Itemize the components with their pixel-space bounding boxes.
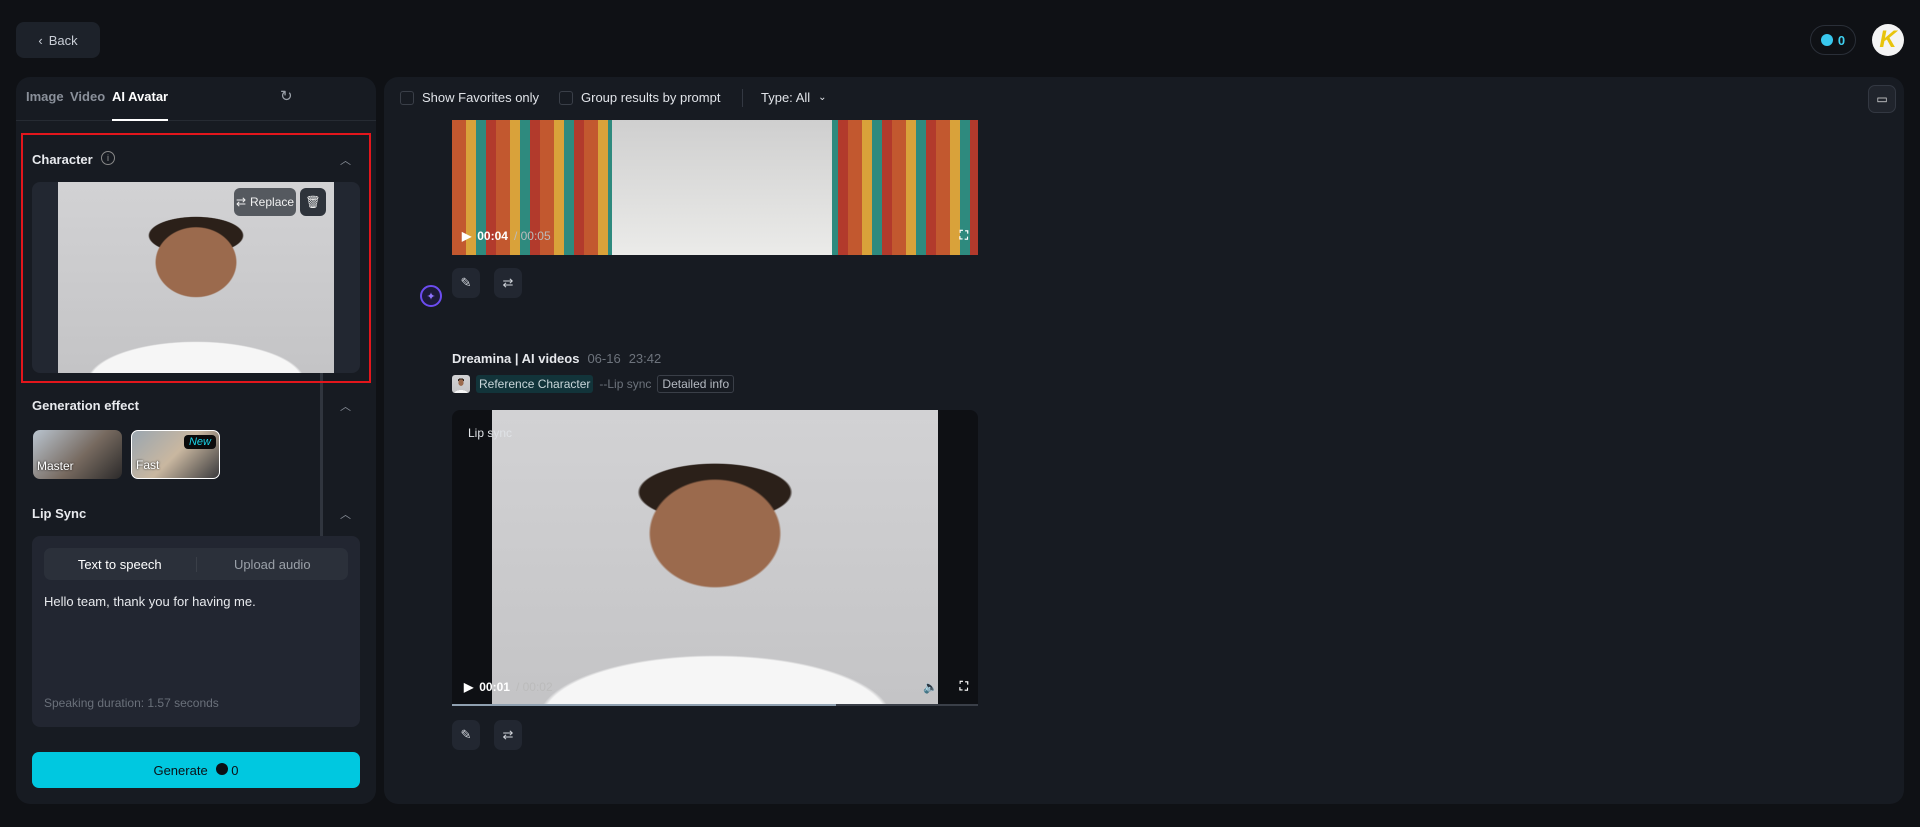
effect-master[interactable]: Master (33, 430, 122, 479)
video-frame (492, 410, 938, 704)
text-to-speech-tab[interactable]: Text to speech (44, 556, 197, 572)
pencil-icon: ✎ (460, 275, 472, 290)
tab-image[interactable]: Image (26, 89, 64, 104)
credit-coin-icon (1820, 34, 1833, 46)
video-controls: ▶ 00:01/ 00:02 (464, 680, 553, 694)
reference-thumbnail (452, 375, 470, 393)
effect-fast[interactable]: New Fast (131, 430, 220, 479)
lip-sync-title: Lip Sync (32, 506, 87, 521)
video-progress-fill (452, 704, 836, 706)
video-frame (612, 120, 832, 255)
edit-button[interactable]: ✎ (452, 268, 480, 298)
upload-audio-tab[interactable]: Upload audio (197, 557, 349, 572)
trash-icon: 🗑 (305, 195, 321, 209)
generation-effect-title: Generation effect (32, 398, 139, 413)
fullscreen-icon[interactable]: ⛶ (960, 679, 968, 694)
collapse-lipsync-icon[interactable]: ︿ (340, 506, 351, 522)
result-video-1[interactable]: ▶ 00:04/ 00:05 ⛶ (452, 120, 978, 255)
folder-button[interactable]: ▭ (1868, 85, 1896, 113)
character-card: ⇄ Replace 🗑 (32, 182, 360, 373)
speaking-duration: Speaking duration: 1.57 seconds (44, 696, 219, 710)
replace-button[interactable]: ⇄ Replace (234, 188, 296, 216)
dreamina-logo-icon: ✦ (420, 285, 442, 307)
detailed-info-button[interactable]: Detailed info (657, 375, 735, 393)
checkbox (400, 90, 414, 105)
mode-tabs: Image Video AI Avatar ↻ (16, 77, 376, 121)
character-title: Character (32, 152, 93, 167)
regenerate-button[interactable]: ⇄ (494, 268, 522, 298)
lip-sync-box: Text to speech Upload audio Hello team, … (32, 536, 360, 727)
result-header: Dreamina | AI videos 06-16 23:42 (452, 351, 662, 366)
reset-icon[interactable]: ↻ (280, 87, 293, 105)
result-video-2[interactable]: Lip sync ▶ 00:01/ 00:02 🔈 ⛶ (452, 410, 978, 706)
show-favorites-checkbox[interactable]: Show Favorites only (400, 90, 539, 105)
back-button[interactable]: ‹ Back (16, 22, 100, 58)
divider (742, 89, 743, 107)
info-icon[interactable]: i (101, 151, 115, 165)
user-avatar[interactable]: K (1872, 24, 1904, 56)
regenerate-button[interactable]: ⇄ (494, 720, 522, 750)
fullscreen-icon[interactable]: ⛶ (960, 228, 968, 243)
credit-coin-icon (215, 762, 228, 775)
group-by-prompt-checkbox[interactable]: Group results by prompt (559, 90, 720, 105)
new-badge: New (183, 435, 216, 449)
checkbox (559, 90, 573, 105)
chevron-left-icon: ‹ (38, 32, 43, 48)
repeat-icon: ⇄ (502, 275, 514, 290)
repeat-icon: ⇄ (502, 727, 514, 742)
tab-ai-avatar[interactable]: AI Avatar (112, 89, 169, 121)
collapse-character-icon[interactable]: ︿ (340, 152, 351, 168)
play-icon[interactable]: ▶ (462, 229, 471, 243)
pencil-icon: ✎ (460, 727, 472, 742)
results-panel: Show Favorites only Group results by pro… (384, 77, 1904, 804)
speech-text-input[interactable]: Hello team, thank you for having me. (44, 594, 348, 694)
delete-button[interactable]: 🗑 (300, 188, 326, 216)
folder-icon: ▭ (1876, 92, 1888, 106)
generate-button[interactable]: Generate 0 (32, 752, 360, 788)
swap-icon: ⇄ (235, 195, 247, 209)
lip-sync-overlay-label: Lip sync (468, 426, 513, 440)
reference-character-chip[interactable]: Reference Character (476, 375, 594, 393)
collapse-effect-icon[interactable]: ︿ (340, 398, 351, 414)
volume-icon[interactable]: 🔈 (923, 680, 938, 694)
chevron-down-icon: ⌄ (818, 92, 827, 103)
result-tags: Reference Character --Lip sync Detailed … (452, 375, 735, 393)
type-filter-dropdown[interactable]: Type: All ⌄ (761, 90, 827, 105)
credits-badge[interactable]: 0 (1810, 25, 1856, 55)
lip-sync-mode-toggle: Text to speech Upload audio (44, 548, 348, 580)
edit-button[interactable]: ✎ (452, 720, 480, 750)
tab-video[interactable]: Video (70, 89, 105, 104)
video-controls: ▶ 00:04/ 00:05 (462, 229, 551, 243)
play-icon[interactable]: ▶ (464, 680, 473, 694)
